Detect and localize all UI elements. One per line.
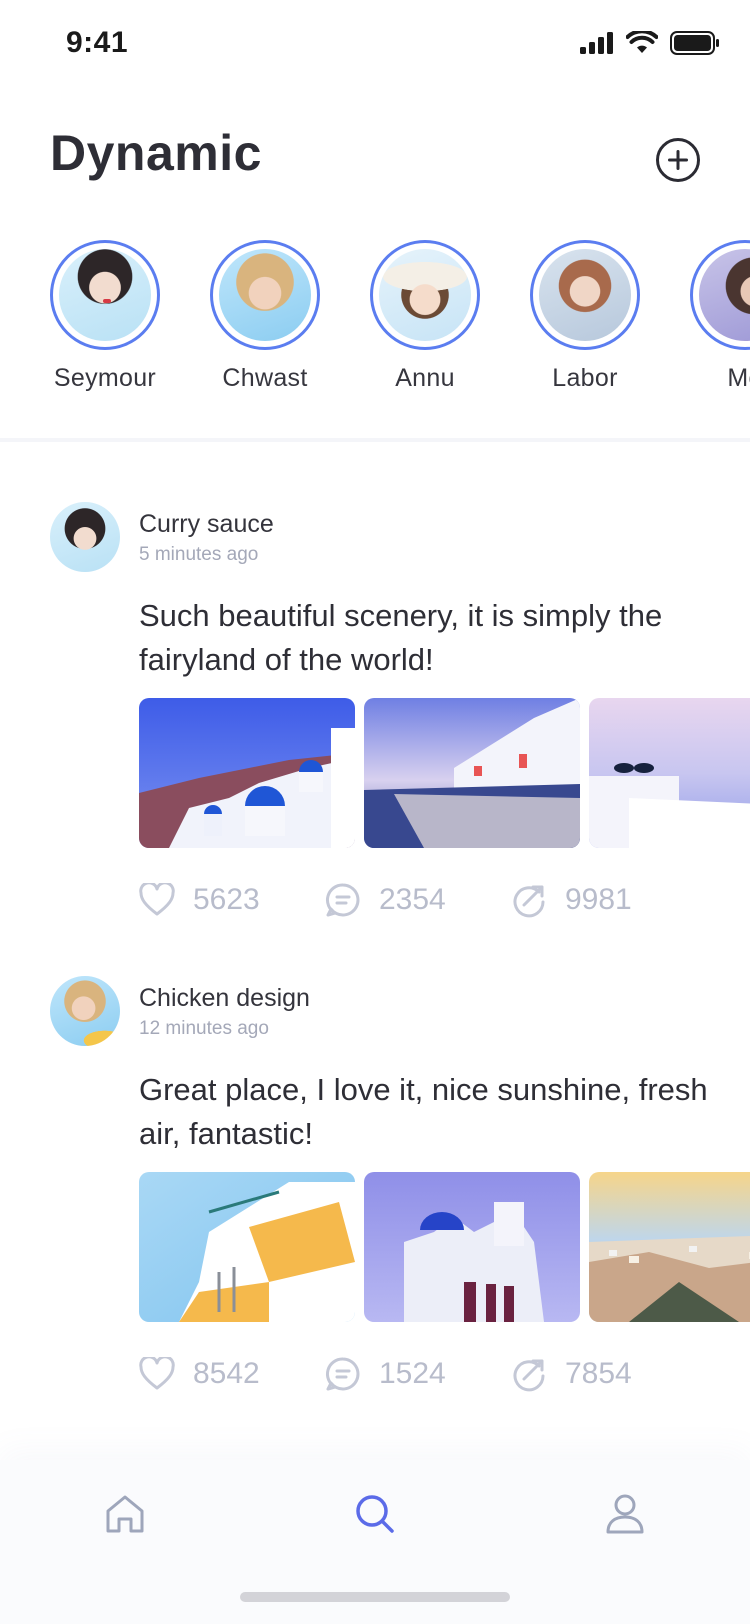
status-time: 9:41	[66, 26, 129, 59]
heart-icon	[139, 1357, 175, 1390]
story-item[interactable]: Annu	[345, 240, 505, 393]
post-author[interactable]: Curry sauce	[139, 510, 274, 539]
page-title: Dynamic	[50, 125, 262, 181]
photo-row[interactable]	[139, 1172, 750, 1324]
avatar	[699, 249, 750, 341]
story-ring	[530, 240, 640, 350]
story-ring	[690, 240, 750, 350]
post-photo[interactable]	[589, 698, 750, 848]
photo-row[interactable]	[139, 698, 750, 850]
share-icon	[513, 885, 545, 918]
stories-row[interactable]: Seymour Chwast Annu Labor Mo	[0, 240, 750, 410]
story-name: Seymour	[53, 364, 157, 392]
church-photo-icon	[364, 1172, 580, 1322]
comment-icon	[325, 1357, 360, 1391]
like-count: 5623	[193, 883, 260, 916]
share-button[interactable]: 9981	[511, 880, 632, 920]
avatar	[59, 249, 151, 341]
section-divider	[0, 438, 750, 442]
tab-search[interactable]	[345, 1484, 405, 1544]
avatar[interactable]	[50, 502, 120, 572]
post-photo[interactable]	[364, 698, 580, 848]
post-author[interactable]: Chicken design	[139, 984, 310, 1013]
comment-icon	[325, 883, 360, 917]
like-count: 8542	[193, 1357, 260, 1390]
like-button[interactable]: 8542	[139, 1354, 260, 1394]
story-name: Labor	[552, 364, 618, 392]
post-photo[interactable]	[139, 1172, 355, 1322]
avatar	[539, 249, 631, 341]
comment-count: 1524	[379, 1357, 446, 1390]
post-card: Chicken design 12 minutes ago Great plac…	[0, 976, 750, 1396]
story-ring	[50, 240, 160, 350]
home-indicator	[240, 1592, 510, 1602]
post-text: Such beautiful scenery, it is simply the…	[139, 598, 663, 677]
tab-bar	[0, 1460, 750, 1624]
comment-count: 2354	[379, 883, 446, 916]
story-ring	[210, 240, 320, 350]
share-count: 9981	[565, 883, 632, 916]
like-button[interactable]: 5623	[139, 880, 260, 920]
story-name: Chwast	[222, 364, 308, 392]
wifi-icon	[626, 31, 658, 53]
post-photo[interactable]	[139, 698, 355, 848]
avatar	[219, 249, 311, 341]
home-icon	[106, 1495, 144, 1533]
pool-terrace-photo-icon	[364, 698, 580, 848]
heart-icon	[139, 883, 175, 916]
sunset-sea-photo-icon	[589, 698, 750, 848]
post-timestamp: 12 minutes ago	[139, 1018, 269, 1039]
comment-button[interactable]: 1524	[325, 1354, 446, 1394]
story-item[interactable]: Labor	[505, 240, 665, 393]
tab-profile[interactable]	[595, 1484, 655, 1544]
post-stats: 8542 1524 7854	[139, 1354, 699, 1394]
tab-home[interactable]	[95, 1484, 155, 1544]
status-icons	[580, 28, 720, 58]
share-count: 7854	[565, 1357, 632, 1390]
post-photo[interactable]	[589, 1172, 750, 1322]
plus-circle-icon[interactable]	[656, 138, 700, 182]
story-name: Mo	[727, 364, 750, 392]
story-item[interactable]: Chwast	[185, 240, 345, 393]
post-stats: 5623 2354 9981	[139, 880, 699, 920]
story-ring	[370, 240, 480, 350]
signal-icon	[580, 32, 613, 54]
post-card: Curry sauce 5 minutes ago Such beautiful…	[0, 502, 750, 922]
post-timestamp: 5 minutes ago	[139, 544, 259, 565]
avatar	[379, 249, 471, 341]
story-item[interactable]: Seymour	[25, 240, 185, 393]
story-name: Annu	[395, 364, 455, 392]
post-text: Great place, I love it, nice sunshine, f…	[139, 1072, 708, 1151]
status-bar: 9:41	[0, 0, 750, 90]
post-photo[interactable]	[364, 1172, 580, 1322]
comment-button[interactable]: 2354	[325, 880, 446, 920]
story-item[interactable]: Mo	[665, 240, 750, 393]
profile-icon	[606, 1494, 644, 1534]
share-button[interactable]: 7854	[511, 1354, 632, 1394]
search-icon	[356, 1495, 394, 1533]
avatar[interactable]	[50, 976, 120, 1046]
share-icon	[513, 1359, 545, 1392]
battery-icon	[670, 31, 719, 55]
building-stairs-photo-icon	[139, 1172, 355, 1322]
santorini-photo-icon	[139, 698, 355, 848]
town-sunset-photo-icon	[589, 1172, 750, 1322]
